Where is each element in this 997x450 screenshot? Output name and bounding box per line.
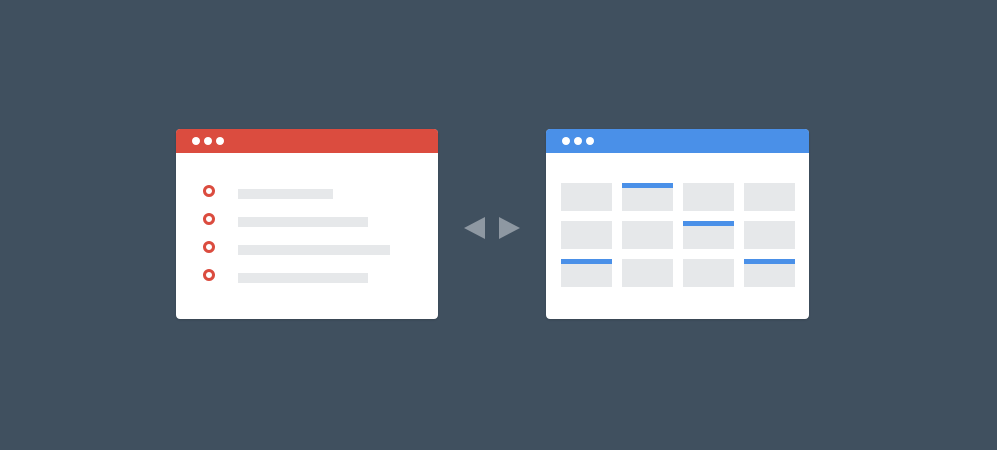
- text-placeholder-bar: [238, 245, 390, 255]
- radio-circle-icon[interactable]: [203, 185, 215, 197]
- list-item: [203, 185, 423, 203]
- event-marker: [683, 221, 734, 226]
- three-dots-icon: [562, 137, 594, 145]
- radio-circle-icon[interactable]: [203, 241, 215, 253]
- calendar-cell[interactable]: [622, 259, 673, 287]
- arrow-right-icon: [499, 217, 520, 239]
- event-marker: [622, 183, 673, 188]
- event-marker: [561, 259, 612, 264]
- calendar-cell[interactable]: [683, 183, 734, 211]
- background: [0, 0, 997, 450]
- list-view-window: [176, 129, 438, 319]
- calendar-cell[interactable]: [561, 183, 612, 211]
- dot-icon: [574, 137, 582, 145]
- text-placeholder-bar: [238, 217, 368, 227]
- calendar-cell[interactable]: [744, 259, 795, 287]
- list-item: [203, 269, 423, 287]
- dot-icon: [192, 137, 200, 145]
- calendar-cell[interactable]: [622, 183, 673, 211]
- calendar-cell[interactable]: [744, 221, 795, 249]
- list-item: [203, 241, 423, 259]
- three-dots-icon: [192, 137, 224, 145]
- calendar-cell[interactable]: [744, 183, 795, 211]
- calendar-cell[interactable]: [561, 221, 612, 249]
- calendar-cell[interactable]: [561, 259, 612, 287]
- dot-icon: [204, 137, 212, 145]
- list-window-titlebar: [176, 129, 438, 153]
- dot-icon: [562, 137, 570, 145]
- calendar-grid-window: [546, 129, 809, 319]
- arrow-left-icon: [464, 217, 485, 239]
- text-placeholder-bar: [238, 273, 368, 283]
- swap-arrows-icon: [464, 217, 520, 239]
- radio-circle-icon[interactable]: [203, 213, 215, 225]
- radio-circle-icon[interactable]: [203, 269, 215, 281]
- list-item: [203, 213, 423, 231]
- grid-window-titlebar: [546, 129, 809, 153]
- dot-icon: [586, 137, 594, 145]
- dot-icon: [216, 137, 224, 145]
- text-placeholder-bar: [238, 189, 333, 199]
- calendar-cell[interactable]: [622, 221, 673, 249]
- event-marker: [744, 259, 795, 264]
- calendar-cell[interactable]: [683, 221, 734, 249]
- calendar-cell[interactable]: [683, 259, 734, 287]
